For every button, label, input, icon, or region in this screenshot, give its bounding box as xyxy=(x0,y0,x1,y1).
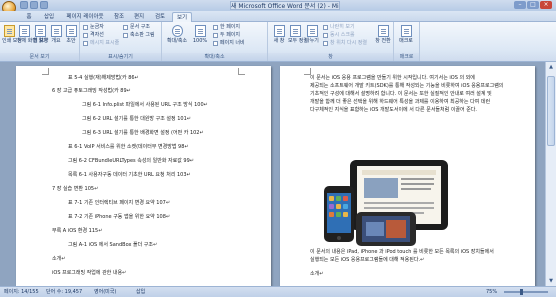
toc-line: 부록 A iOS 환경 115↵ xyxy=(52,228,103,234)
group-document-views: 인쇄 모양 전체 화면 읽기 웹 모양 개요 초안 문서 보기 xyxy=(0,22,80,61)
body-line: 제공되는 소프트웨어 개발 키트(SDK)를 통해 작성되는 기능을 비롯하여 … xyxy=(310,83,504,89)
outline-button[interactable]: 개요 xyxy=(49,25,63,44)
group-label: 창 xyxy=(268,53,393,61)
save-icon[interactable] xyxy=(20,1,28,9)
title-bar: 새 Microsoft Office Word 문서 (2) - Microso… xyxy=(0,0,556,15)
document-map-checkbox[interactable]: 문서 구조 xyxy=(122,24,150,31)
body-line: 실행되는 모든 iOS 응용프로그램들에 대해 적용된다.↵ xyxy=(310,257,425,263)
synchronous-scrolling-button[interactable]: 동시 스크롤 xyxy=(322,32,355,39)
body-line: 개발을 함께 더 좋은 선택을 위해 하드웨어 특성을 과제를 이용하여 최공하… xyxy=(310,99,491,105)
maximize-icon[interactable]: □ xyxy=(527,1,539,9)
redo-icon[interactable] xyxy=(40,1,48,9)
insert-mode[interactable]: 삽입 xyxy=(136,288,145,297)
toc-line: 6 장 고급 퓨토그래밍 작성법(카 89↵ xyxy=(52,88,131,94)
word-count[interactable]: 단어 수: 19,457 xyxy=(46,288,82,297)
print-layout-button[interactable]: 인쇄 모양 xyxy=(2,25,22,44)
zoom-slider[interactable] xyxy=(504,289,548,295)
toc-line: 그림 6-2 CFBundleURLTypes 속성의 일반화 자료값 99↵ xyxy=(68,158,194,164)
split-button[interactable]: 나누기 xyxy=(305,25,319,44)
zoom-slider-handle[interactable] xyxy=(520,289,523,295)
tab-references[interactable]: 참조 xyxy=(110,12,128,22)
body-line: 소개↵ xyxy=(310,271,324,277)
group-label: 문서 보기 xyxy=(0,53,79,61)
view-side-by-side-button[interactable]: 나란히 보기 xyxy=(322,24,355,31)
right-page[interactable]: 이 문서는 iOS 응용 프로그램을 만들기 위한 시작입니다. 여기서는 iO… xyxy=(280,66,535,286)
toc-line: 그림 A-1 iOS 에서 SandBox 폴더 구조↵ xyxy=(68,242,158,248)
body-line: 기초적인 구성에 대해서 설명하려 합니다. 이 문서는 또한 실질적인 안내로… xyxy=(310,91,492,97)
toc-line: 표 7-1 기존 인터렉티브 페이지 변경 요약 107↵ xyxy=(68,200,171,206)
toc-line: 표 5-4 실행(재)해제방법(카 86↵ xyxy=(68,75,139,81)
ribbon: 인쇄 모양 전체 화면 읽기 웹 모양 개요 초안 문서 보기 눈금자 격자선 … xyxy=(0,22,556,62)
window-title: 새 Microsoft Office Word 문서 (2) - Microso… xyxy=(230,1,340,10)
draft-button[interactable]: 초안 xyxy=(64,25,78,44)
close-icon[interactable]: × xyxy=(540,1,552,9)
scroll-up-icon[interactable]: ▲ xyxy=(548,64,554,70)
tab-mailings[interactable]: 편지 xyxy=(130,12,148,22)
page-width-button[interactable]: 페이지 너비 xyxy=(212,40,245,47)
tab-view[interactable]: 보기 xyxy=(172,12,192,22)
toc-line: 소개↵ xyxy=(52,256,66,262)
body-line: 다구체적인 지식을 표함하는 iOS 개발도서이에 서 다른 문서들처럼 이끌어… xyxy=(310,107,477,113)
full-screen-reading-button[interactable]: 전체 화면 읽기 xyxy=(17,25,48,44)
tab-home[interactable]: 홈 xyxy=(22,12,36,22)
macros-button[interactable]: 매크로 xyxy=(399,25,413,44)
status-bar: 페이지: 14/155 단어 수: 19,457 영어(미국) 삽입 75% xyxy=(0,286,556,297)
margin-mark xyxy=(42,68,49,75)
iphone-image xyxy=(324,186,354,242)
message-bar-checkbox[interactable]: 메시지 표시줄 xyxy=(82,40,119,47)
body-line: 이 문서의 내용은 iPad, iPhone 과 iPod touch 를 비롯… xyxy=(310,249,494,255)
language-indicator[interactable]: 영어(미국) xyxy=(94,288,116,297)
toc-line: 7 장 실습 변환 105↵ xyxy=(52,186,99,192)
group-label: 확대/축소 xyxy=(162,53,267,61)
margin-mark xyxy=(238,68,245,75)
ipod-touch-image xyxy=(356,212,416,246)
left-page[interactable]: 표 5-4 실행(재)해제방법(카 86↵ 6 장 고급 퓨토그래밍 작성법(카… xyxy=(16,66,271,286)
switch-windows-button[interactable]: 창 전환 xyxy=(374,25,392,44)
toc-line: 목록 6-1 사용자구동 데이터 기초한 URL 요청 처리 103↵ xyxy=(68,172,191,178)
one-page-button[interactable]: 한 페이지 xyxy=(212,24,240,31)
group-window: 새 창 모두 정렬 나누기 나란히 보기 동시 스크롤 창 위치 다시 정렬 창… xyxy=(268,22,394,61)
zoom-100-button[interactable]: 100% xyxy=(192,25,208,44)
zoom-level[interactable]: 75% xyxy=(486,288,497,297)
toc-line: 표 7-2 기존 iPhone 구동 앱을 위한 요약 108↵ xyxy=(68,214,171,220)
arrange-all-button[interactable]: 모두 정렬 xyxy=(288,25,308,44)
vertical-scrollbar[interactable]: ▲ ▼ xyxy=(545,62,556,286)
toc-line: 표 6-1 VoIP 서비스를 위한 소켓(데이터부 변경방법 98↵ xyxy=(68,144,189,150)
group-label: 표시/숨기기 xyxy=(80,53,161,61)
tab-insert[interactable]: 삽입 xyxy=(40,12,58,22)
zoom-button[interactable]: 확대/축소 xyxy=(166,25,188,44)
ribbon-tabs: 홈 삽입 페이지 레이아웃 참조 편지 검토 보기 xyxy=(0,11,556,22)
thumbnails-checkbox[interactable]: 축소판 그림 xyxy=(122,32,155,39)
scroll-down-icon[interactable]: ▼ xyxy=(548,278,554,284)
group-zoom: 확대/축소 100% 한 페이지 두 페이지 페이지 너비 확대/축소 xyxy=(162,22,268,61)
ruler-checkbox[interactable]: 눈금자 xyxy=(82,24,104,31)
tab-page-layout[interactable]: 페이지 레이아웃 xyxy=(62,12,108,22)
ios-devices-image xyxy=(324,160,448,246)
margin-mark xyxy=(304,68,311,75)
toc-line: 그림 6-2 URL 설기를 통한 대원방 구조 설정 101↵ xyxy=(82,116,191,122)
document-area[interactable]: 표 5-4 실행(재)해제방법(카 86↵ 6 장 고급 퓨토그래밍 작성법(카… xyxy=(0,62,545,286)
undo-icon[interactable] xyxy=(30,1,38,9)
toc-line: iOS 프로그래밍 작업에 관한 내용↵ xyxy=(52,270,127,276)
gridlines-checkbox[interactable]: 격자선 xyxy=(82,32,104,39)
group-show-hide: 눈금자 격자선 메시지 표시줄 문서 구조 축소판 그림 표시/숨기기 xyxy=(80,22,162,61)
web-layout-button[interactable]: 웹 모양 xyxy=(33,25,48,44)
group-label: 매크로 xyxy=(394,53,419,61)
reset-window-position-button[interactable]: 창 위치 다시 정렬 xyxy=(322,40,367,47)
page-count[interactable]: 페이지: 14/155 xyxy=(4,288,39,297)
group-macros: 매크로 매크로 xyxy=(394,22,420,61)
toc-line: 그림 6-3 URL 설기를 통한 배경화면 설정 (어떤 카 102↵ xyxy=(82,130,204,136)
toc-line: 그림 6-1 Info.plist 파일에서 사용된 URL 구조 방식 100… xyxy=(82,102,208,108)
body-line: 이 문서는 iOS 응용 프로그램을 만들기 위한 시작입니다. 여기서는 iO… xyxy=(310,75,475,81)
two-pages-button[interactable]: 두 페이지 xyxy=(212,32,240,39)
scroll-thumb[interactable] xyxy=(547,76,555,146)
tab-review[interactable]: 검토 xyxy=(151,12,169,22)
new-window-button[interactable]: 새 창 xyxy=(272,25,286,44)
minimize-icon[interactable]: – xyxy=(514,1,526,9)
